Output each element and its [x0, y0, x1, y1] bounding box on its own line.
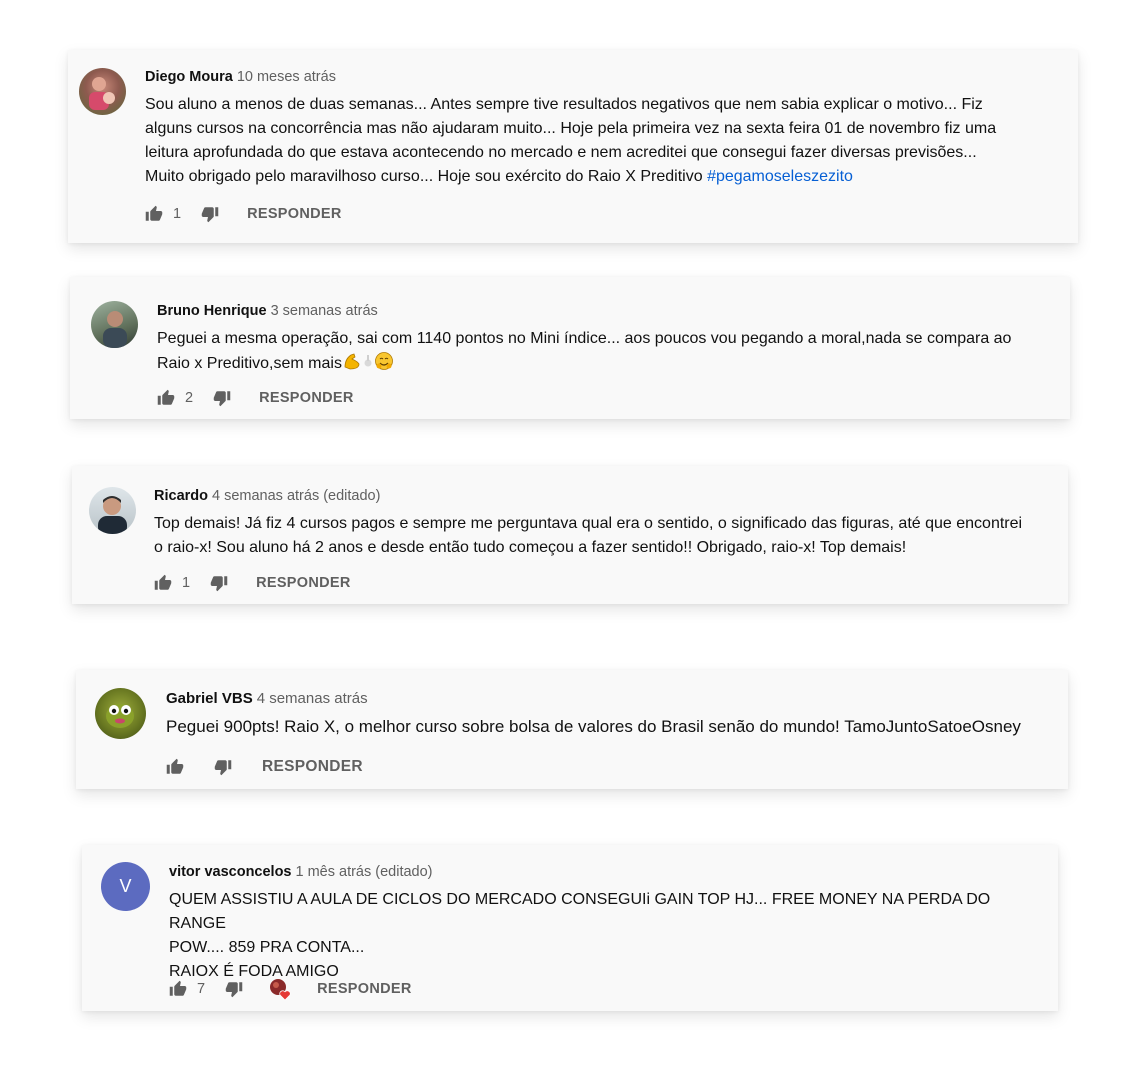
thumb-up-icon[interactable] [145, 205, 163, 223]
comment-header: Diego Moura 10 meses atrás [145, 69, 336, 85]
comment-line: o raio-x! Sou aluno há 2 anos e desde en… [154, 539, 907, 556]
avatar-creature-icon [106, 704, 134, 728]
comment-line: Muito obrigado pelo maravilhoso curso...… [145, 168, 853, 185]
comment-line: Raio x Preditivo,sem mais [157, 351, 1057, 379]
thumb-up-icon[interactable] [166, 758, 184, 776]
comment-header: Bruno Henrique 3 semanas atrás [157, 303, 378, 319]
reply-button[interactable]: RESPONDER [317, 981, 412, 997]
thumb-up-icon[interactable] [169, 980, 187, 998]
avatar-photo-icon [98, 496, 127, 534]
timestamp[interactable]: 4 semanas atrás [257, 690, 368, 707]
reply-button[interactable]: RESPONDER [256, 575, 351, 591]
avatar-letter: V [119, 876, 132, 896]
comment-header: Ricardo 4 semanas atrás (editado) [154, 488, 380, 504]
comment-text: QUEM ASSISTIU A AULA DE CICLOS DO MERCAD… [169, 888, 1049, 984]
avatar[interactable] [89, 487, 136, 534]
ok-hand-emoji-icon [362, 351, 374, 379]
like-count: 7 [197, 981, 206, 997]
author-name[interactable]: Ricardo [154, 488, 208, 504]
comment-line: QUEM ASSISTIU A AULA DE CICLOS DO MERCAD… [169, 891, 991, 932]
timestamp[interactable]: 3 semanas atrás [271, 303, 378, 319]
author-name[interactable]: Diego Moura [145, 69, 233, 85]
reply-button[interactable]: RESPONDER [247, 206, 342, 222]
comment-line: POW.... 859 PRA CONTA... [169, 939, 365, 956]
comment-line: Sou aluno a menos de duas semanas... Ant… [145, 96, 983, 113]
comment-text: Top demais! Já fiz 4 cursos pagos e semp… [154, 512, 1059, 560]
comment-header: vitor vasconcelos 1 mês atrás (editado) [169, 864, 433, 880]
thumb-down-icon[interactable] [201, 205, 219, 223]
thumb-down-icon[interactable] [214, 758, 232, 776]
comment-actions: 2 RESPONDER [157, 389, 354, 407]
comment-text: Peguei a mesma operação, sai com 1140 po… [157, 327, 1057, 379]
comment-actions: 1 RESPONDER [145, 205, 342, 223]
author-name[interactable]: vitor vasconcelos [169, 864, 292, 880]
hashtag-link[interactable]: #pegamoseleszezito [707, 168, 853, 185]
comment-text: Sou aluno a menos de duas semanas... Ant… [145, 93, 1065, 189]
timestamp[interactable]: 1 mês atrás (editado) [296, 864, 433, 880]
thumb-down-icon[interactable] [225, 980, 243, 998]
like-count: 1 [173, 206, 182, 222]
avatar[interactable] [79, 68, 126, 115]
reply-button[interactable]: RESPONDER [259, 390, 354, 406]
reply-button[interactable]: RESPONDER [262, 758, 363, 776]
creator-heart-icon [269, 978, 291, 1001]
flexed-biceps-emoji-icon [342, 351, 362, 379]
thumb-down-icon[interactable] [210, 574, 228, 592]
comment-line: Peguei a mesma operação, sai com 1140 po… [157, 330, 1012, 347]
avatar-photo-icon [89, 77, 115, 110]
thumb-down-icon[interactable] [213, 389, 231, 407]
timestamp[interactable]: 10 meses atrás [237, 69, 336, 85]
comment-line: leitura aprofundada do que estava aconte… [145, 144, 977, 161]
comment-line: Top demais! Já fiz 4 cursos pagos e semp… [154, 515, 1023, 532]
like-count: 1 [182, 575, 191, 591]
avatar[interactable] [91, 301, 138, 348]
avatar[interactable] [95, 688, 146, 739]
comment-actions: RESPONDER [166, 758, 363, 776]
comment-line: alguns cursos na concorrência mas não aj… [145, 120, 997, 137]
author-name[interactable]: Bruno Henrique [157, 303, 267, 319]
like-count: 2 [185, 390, 194, 406]
comment-text: Peguei 900pts! Raio X, o melhor curso so… [166, 715, 1061, 739]
comment-header: Gabriel VBS 4 semanas atrás [166, 690, 368, 707]
avatar[interactable]: V [101, 862, 150, 911]
timestamp[interactable]: 4 semanas atrás (editado) [212, 488, 380, 504]
author-name[interactable]: Gabriel VBS [166, 690, 253, 707]
comment-line: Peguei 900pts! Raio X, o melhor curso so… [166, 717, 1021, 736]
comment-actions: 1 RESPONDER [154, 574, 351, 592]
hugging-face-emoji-icon [374, 351, 394, 379]
comment-actions: 7 RESPONDER [169, 978, 412, 1001]
thumb-up-icon[interactable] [154, 574, 172, 592]
thumb-up-icon[interactable] [157, 389, 175, 407]
avatar-photo-icon [103, 311, 127, 348]
